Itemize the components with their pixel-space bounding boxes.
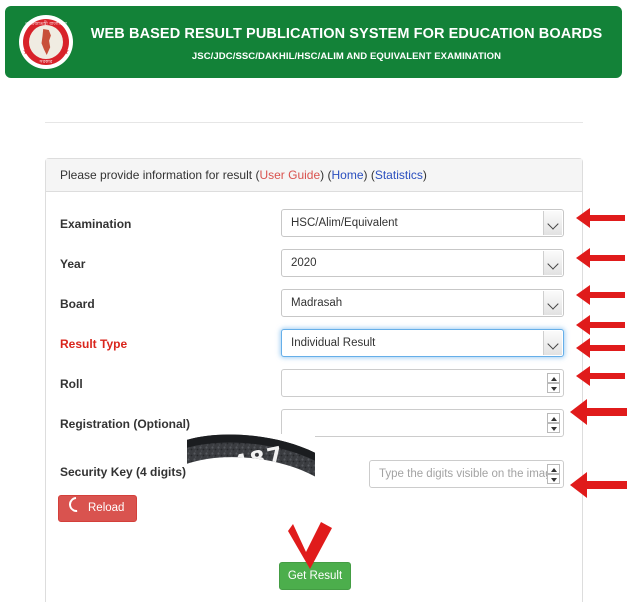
heading-links: (User Guide) (Home) (Statistics) bbox=[255, 168, 427, 182]
control-wrap: 2020 bbox=[281, 249, 564, 277]
input-roll[interactable] bbox=[281, 369, 564, 397]
label-year: Year bbox=[60, 257, 86, 271]
security-key-label: Security Key (4 digits) bbox=[60, 465, 187, 479]
control-wrap bbox=[281, 409, 564, 437]
chevron-down-icon[interactable] bbox=[543, 331, 562, 355]
label-roll: Roll bbox=[60, 377, 83, 391]
refresh-icon bbox=[65, 493, 88, 516]
arrow-left-icon-8 bbox=[570, 472, 627, 498]
control-wrap: HSC/Alim/Equivalent bbox=[281, 209, 564, 237]
select-value-examination: HSC/Alim/Equivalent bbox=[291, 217, 398, 229]
form-row-year: Year 2020 bbox=[46, 247, 582, 287]
control-wrap: Individual Result bbox=[281, 329, 564, 357]
control-wrap: Madrasah bbox=[281, 289, 564, 317]
security-key-placeholder: Type the digits visible on the image bbox=[379, 468, 549, 480]
label-examination: Examination bbox=[60, 217, 132, 231]
emblem-text-top: গণপ্রজাতন্ত্রী বাংলাদেশ bbox=[24, 21, 68, 27]
stepper-roll[interactable] bbox=[547, 373, 560, 394]
site-header: গণপ্রজাতন্ত্রী বাংলাদেশ সরকার WEB BASED … bbox=[5, 6, 622, 78]
stepper-down-icon[interactable] bbox=[547, 474, 560, 484]
captcha-background: 8487 bbox=[187, 434, 315, 489]
stepper-up-icon[interactable] bbox=[547, 464, 560, 474]
page-subtitle: JSC/JDC/SSC/DAKHIL/HSC/ALIM AND EQUIVALE… bbox=[191, 51, 502, 62]
select-examination[interactable]: HSC/Alim/Equivalent bbox=[281, 209, 564, 237]
label-registration-optional: Registration (Optional) bbox=[60, 417, 190, 431]
control-wrap bbox=[281, 369, 564, 397]
chevron-down-icon[interactable] bbox=[543, 291, 562, 315]
input-registration-optional[interactable] bbox=[281, 409, 564, 437]
arrow-left-icon-1 bbox=[576, 208, 625, 228]
select-value-board: Madrasah bbox=[291, 297, 343, 309]
arrow-left-icon-6 bbox=[576, 366, 625, 386]
stepper-down-icon[interactable] bbox=[547, 383, 560, 393]
arrow-left-icon-2 bbox=[576, 248, 625, 268]
select-value-year: 2020 bbox=[291, 257, 317, 269]
content-divider bbox=[45, 122, 583, 123]
arrow-left-icon-4 bbox=[576, 315, 625, 335]
form-row-examination: Examination HSC/Alim/Equivalent bbox=[46, 207, 582, 247]
link-home[interactable]: Home bbox=[331, 168, 363, 182]
link-statistics[interactable]: Statistics bbox=[375, 168, 423, 182]
select-value-result-type: Individual Result bbox=[291, 337, 376, 349]
select-year[interactable]: 2020 bbox=[281, 249, 564, 277]
form-row-result-type: Result Type Individual Result bbox=[46, 327, 582, 367]
select-board[interactable]: Madrasah bbox=[281, 289, 564, 317]
arrow-left-icon-3 bbox=[576, 285, 625, 305]
security-key-input[interactable]: Type the digits visible on the image bbox=[369, 460, 564, 488]
bangladesh-government-emblem-icon: গণপ্রজাতন্ত্রী বাংলাদেশ সরকার bbox=[19, 15, 73, 69]
reload-captcha-button[interactable]: Reload bbox=[58, 493, 138, 522]
link-user-guide[interactable]: User Guide bbox=[259, 168, 320, 182]
label-result-type: Result Type bbox=[60, 337, 128, 351]
chevron-down-icon[interactable] bbox=[543, 211, 562, 235]
arrow-left-icon-7 bbox=[570, 399, 627, 425]
form-row-board: Board Madrasah bbox=[46, 287, 582, 327]
stepper-down-icon[interactable] bbox=[547, 423, 560, 433]
select-result-type[interactable]: Individual Result bbox=[281, 329, 564, 357]
page-title: WEB BASED RESULT PUBLICATION SYSTEM FOR … bbox=[90, 26, 603, 42]
arrow-left-icon-5 bbox=[576, 338, 625, 358]
stepper-up-icon[interactable] bbox=[547, 413, 560, 423]
captcha-image: 8487 bbox=[187, 434, 315, 489]
emblem-text-bottom: সরকার bbox=[39, 60, 53, 65]
form-row-roll: Roll bbox=[46, 367, 582, 407]
label-board: Board bbox=[60, 297, 95, 311]
stepper-registration-optional[interactable] bbox=[547, 413, 560, 434]
chevron-down-icon[interactable] bbox=[543, 251, 562, 275]
security-key-input-wrap: Type the digits visible on the image bbox=[369, 460, 564, 488]
panel-heading: Please provide information for result (U… bbox=[46, 159, 582, 192]
stepper-up-icon[interactable] bbox=[547, 373, 560, 383]
security-key-stepper[interactable] bbox=[547, 464, 560, 485]
reload-button-label: Reload bbox=[88, 502, 125, 514]
panel-heading-text: Please provide information for result bbox=[60, 168, 253, 182]
